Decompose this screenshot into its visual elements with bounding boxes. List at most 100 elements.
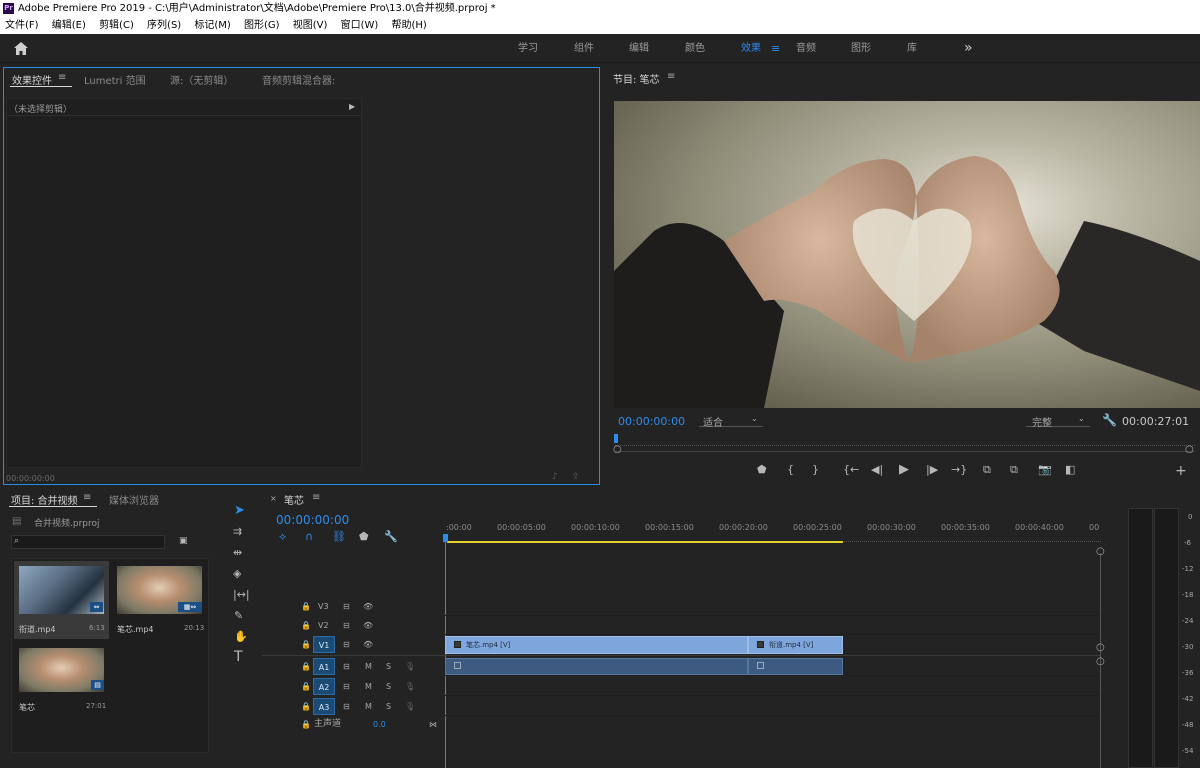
workspace-assembly[interactable]: 组件 xyxy=(574,34,594,63)
playhead-handle[interactable] xyxy=(443,534,448,542)
lock-icon[interactable]: 🔒 xyxy=(301,616,311,635)
eye-icon[interactable]: 👁 xyxy=(363,635,373,654)
scroll-handle-mid[interactable]: ○ xyxy=(1096,643,1105,653)
lock-icon[interactable]: 🔒 xyxy=(301,715,311,734)
clip-v1-heart[interactable]: 笔芯.mp4 [V] xyxy=(445,636,748,654)
menu-window[interactable]: 窗口(W) xyxy=(341,20,379,31)
razor-tool-icon[interactable]: ◈ xyxy=(233,568,241,579)
slip-tool-icon[interactable]: |↔| xyxy=(233,589,250,600)
workspace-color[interactable]: 颜色 xyxy=(685,34,705,63)
list-item[interactable]: ▤ 笔芯 27:01 xyxy=(14,643,109,721)
program-playhead[interactable] xyxy=(614,434,618,443)
menu-view[interactable]: 视图(V) xyxy=(293,20,328,31)
workspace-learn[interactable]: 学习 xyxy=(518,34,538,63)
extract-icon[interactable]: ⧉ xyxy=(1010,464,1018,475)
snap-icon[interactable]: ∩ xyxy=(305,531,313,542)
master-value[interactable]: 0.0 xyxy=(373,715,386,734)
track-target-a2[interactable]: A2 xyxy=(313,678,335,695)
export-icon[interactable]: ⇪ xyxy=(572,473,580,482)
mute-button[interactable]: M xyxy=(365,697,372,716)
toggle-sync-icon[interactable]: ⊟ xyxy=(343,635,350,654)
clip-v1-street[interactable]: 衔道.mp4 [V] xyxy=(748,636,843,654)
mic-icon[interactable]: 🎙 xyxy=(405,657,415,676)
play-audio-icon[interactable]: ♪ xyxy=(552,473,558,482)
go-to-in-icon[interactable]: {← xyxy=(843,464,859,475)
new-bin-icon[interactable]: ▣ xyxy=(179,537,188,546)
mute-button[interactable]: M xyxy=(365,677,372,696)
scroll-handle-low[interactable]: ○ xyxy=(1096,657,1105,667)
go-to-end-icon[interactable]: ⋈ xyxy=(429,715,437,734)
sequence-menu-icon[interactable]: ≡ xyxy=(312,492,320,503)
quality-dropdown[interactable]: 完整 ⌄ xyxy=(1026,413,1090,429)
mic-icon[interactable]: 🎙 xyxy=(405,677,415,696)
hand-tool-icon[interactable]: ✋ xyxy=(234,631,248,642)
eye-icon[interactable]: 👁 xyxy=(363,616,373,635)
solo-button[interactable]: S xyxy=(386,657,391,676)
home-icon[interactable] xyxy=(14,42,28,55)
menu-edit[interactable]: 编辑(E) xyxy=(52,20,86,31)
selection-tool-icon[interactable]: ➤ xyxy=(234,504,245,517)
linked-selection-icon[interactable]: ⛓ xyxy=(332,531,346,542)
sequence-tab[interactable]: 笔芯 xyxy=(284,492,304,507)
mark-in-icon[interactable]: { xyxy=(787,464,794,475)
lock-icon[interactable]: 🔒 xyxy=(301,597,311,616)
project-menu-icon[interactable]: ≡ xyxy=(83,492,91,503)
lift-icon[interactable]: ⧉ xyxy=(983,464,991,475)
type-tool-icon[interactable]: T xyxy=(234,650,243,664)
solo-button[interactable]: S xyxy=(386,697,391,716)
step-forward-icon[interactable]: |▶ xyxy=(926,464,938,475)
program-timecode[interactable]: 00:00:00:00 xyxy=(618,415,685,428)
program-menu-icon[interactable]: ≡ xyxy=(667,71,675,82)
toggle-sync-icon[interactable]: ⊟ xyxy=(343,697,350,716)
close-sequence-icon[interactable]: × xyxy=(270,494,277,503)
menu-help[interactable]: 帮助(H) xyxy=(392,20,427,31)
add-marker-icon[interactable]: ⬟ xyxy=(359,531,369,542)
project-search-input[interactable] xyxy=(11,535,165,549)
workspace-editing[interactable]: 编辑 xyxy=(629,34,649,63)
lock-icon[interactable]: 🔒 xyxy=(301,697,311,716)
lock-icon[interactable]: 🔒 xyxy=(301,657,311,676)
mark-out-icon[interactable]: } xyxy=(812,464,819,475)
go-to-out-icon[interactable]: →} xyxy=(951,464,967,475)
toggle-sync-icon[interactable]: ⊟ xyxy=(343,616,350,635)
wrench-icon[interactable]: 🔧 xyxy=(1102,414,1117,426)
mic-icon[interactable]: 🎙 xyxy=(405,697,415,716)
mute-button[interactable]: M xyxy=(365,657,372,676)
step-back-icon[interactable]: ◀| xyxy=(871,464,883,475)
menu-marker[interactable]: 标记(M) xyxy=(194,20,230,31)
list-item[interactable]: ▦⇔ 笔芯.mp4 20:13 xyxy=(112,561,207,639)
program-ruler[interactable] xyxy=(615,436,1195,446)
toggle-sync-icon[interactable]: ⊟ xyxy=(343,597,350,616)
toggle-sync-icon[interactable]: ⊟ xyxy=(343,677,350,696)
tab-media-browser[interactable]: 媒体浏览器 xyxy=(109,492,159,507)
menu-sequence[interactable]: 序列(S) xyxy=(147,20,181,31)
clip-a1-heart[interactable] xyxy=(445,658,748,675)
workspace-graphics[interactable]: 图形 xyxy=(851,34,871,63)
tab-source[interactable]: 源:（无剪辑） xyxy=(170,72,233,87)
workspace-libraries[interactable]: 库 xyxy=(907,34,917,63)
tab-menu-icon[interactable]: ≡ xyxy=(58,72,66,83)
menu-graphics[interactable]: 图形(G) xyxy=(244,20,280,31)
export-frame-icon[interactable]: 📷 xyxy=(1038,464,1052,475)
lock-icon[interactable]: 🔒 xyxy=(301,677,311,696)
tab-project[interactable]: 项目: 合并视频 xyxy=(11,492,78,507)
add-button-icon[interactable]: + xyxy=(1175,464,1187,478)
workspace-audio[interactable]: 音频 xyxy=(796,34,816,63)
tab-audio-clip-mixer[interactable]: 音频剪辑混合器: xyxy=(262,72,335,87)
menu-clip[interactable]: 剪辑(C) xyxy=(99,20,134,31)
tab-lumetri-scopes[interactable]: Lumetri 范围 xyxy=(84,72,146,87)
timeline-settings-icon[interactable]: 🔧 xyxy=(384,531,398,542)
pen-tool-icon[interactable]: ✎ xyxy=(234,610,243,621)
toggle-sync-icon[interactable]: ⊟ xyxy=(343,657,350,676)
workspace-more-icon[interactable]: » xyxy=(964,34,973,63)
expand-arrow-icon[interactable]: ▶ xyxy=(349,103,355,111)
track-target-a1[interactable]: A1 xyxy=(313,658,335,675)
nest-icon[interactable]: ⟡ xyxy=(279,531,286,542)
scroll-left-handle[interactable]: ○ xyxy=(613,445,622,455)
eye-icon[interactable]: 👁 xyxy=(363,597,373,616)
add-marker-icon[interactable]: ⬟ xyxy=(757,464,767,475)
tab-effect-controls[interactable]: 效果控件 xyxy=(12,72,52,87)
clip-a1-street[interactable] xyxy=(748,658,843,675)
track-select-tool-icon[interactable]: ⇉ xyxy=(233,526,242,537)
lock-icon[interactable]: 🔒 xyxy=(301,635,311,654)
